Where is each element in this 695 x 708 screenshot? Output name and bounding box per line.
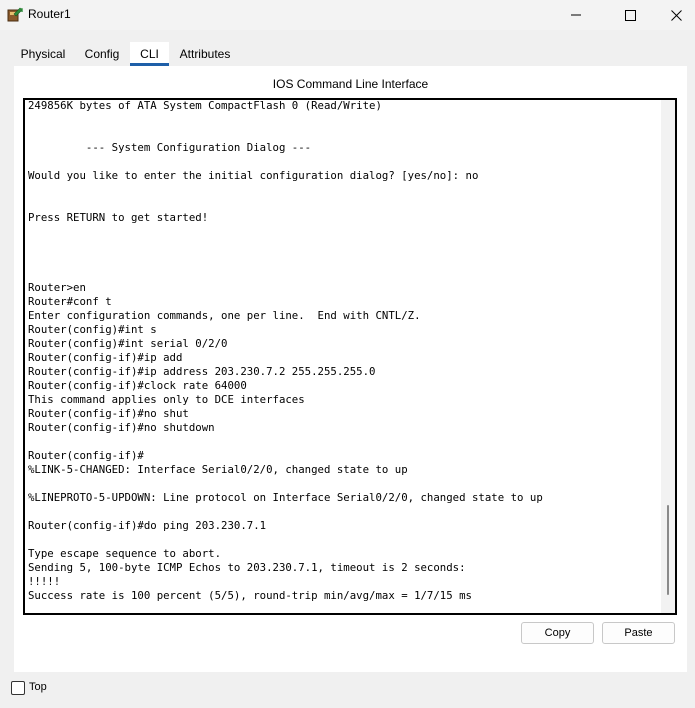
cli-panel: IOS Command Line Interface 249856K bytes… xyxy=(14,66,687,672)
title-bar: Router1 xyxy=(0,0,695,30)
maximize-button[interactable] xyxy=(607,0,653,30)
terminal-output[interactable]: 249856K bytes of ATA System CompactFlash… xyxy=(28,100,656,613)
window-title: Router1 xyxy=(28,7,71,21)
minimize-icon xyxy=(571,14,581,16)
tab-attributes[interactable]: Attributes xyxy=(169,42,241,66)
close-button[interactable] xyxy=(653,0,695,30)
maximize-icon xyxy=(624,9,636,21)
cli-heading: IOS Command Line Interface xyxy=(272,77,429,91)
tab-config[interactable]: Config xyxy=(74,42,130,66)
paste-button[interactable]: Paste xyxy=(602,622,675,644)
cli-terminal[interactable]: 249856K bytes of ATA System CompactFlash… xyxy=(23,98,677,615)
router-icon xyxy=(7,7,23,23)
scrollbar-thumb[interactable] xyxy=(667,505,669,595)
top-checkbox-label: Top xyxy=(29,681,47,693)
tab-physical[interactable]: Physical xyxy=(14,42,72,66)
close-icon xyxy=(670,9,682,21)
minimize-button[interactable] xyxy=(553,0,599,30)
tab-bar: Physical Config CLI Attributes xyxy=(14,42,682,66)
copy-button[interactable]: Copy xyxy=(521,622,594,644)
top-checkbox[interactable] xyxy=(11,681,25,695)
tab-cli[interactable]: CLI xyxy=(130,42,169,66)
terminal-scrollbar[interactable] xyxy=(661,100,675,613)
